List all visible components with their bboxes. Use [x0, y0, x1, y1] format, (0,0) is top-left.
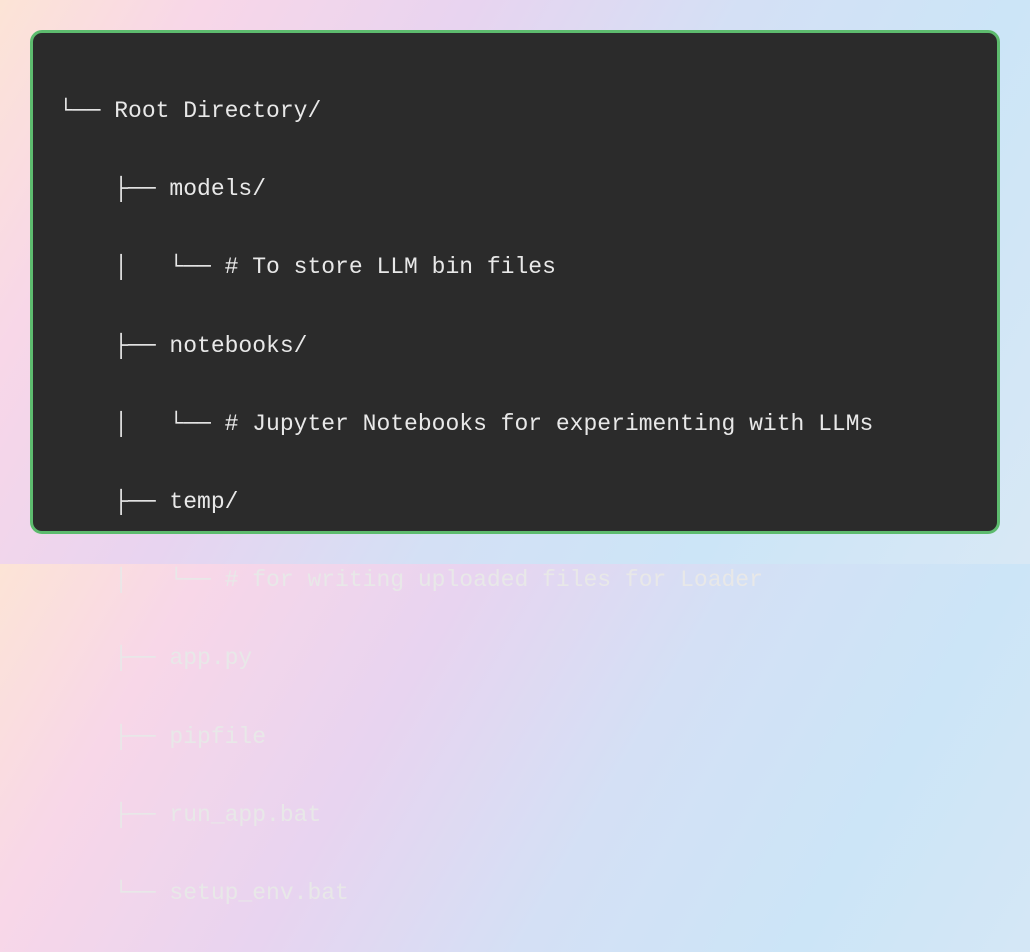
tree-line-pipfile: ├── pipfile — [59, 718, 971, 757]
tree-line-setup-env-bat: └── setup_env.bat — [59, 874, 971, 913]
tree-line-temp-comment: │ └── # for writing uploaded files for L… — [59, 561, 971, 600]
tree-line-temp: ├── temp/ — [59, 483, 971, 522]
tree-line-models: ├── models/ — [59, 170, 971, 209]
tree-line-models-comment: │ └── # To store LLM bin files — [59, 248, 971, 287]
tree-line-notebooks: ├── notebooks/ — [59, 327, 971, 366]
tree-line-app-py: ├── app.py — [59, 639, 971, 678]
tree-line-notebooks-comment: │ └── # Jupyter Notebooks for experiment… — [59, 405, 971, 444]
tree-line-root: └── Root Directory/ — [59, 92, 971, 131]
tree-line-run-app-bat: ├── run_app.bat — [59, 796, 971, 835]
directory-tree-panel: └── Root Directory/ ├── models/ │ └── # … — [30, 30, 1000, 534]
